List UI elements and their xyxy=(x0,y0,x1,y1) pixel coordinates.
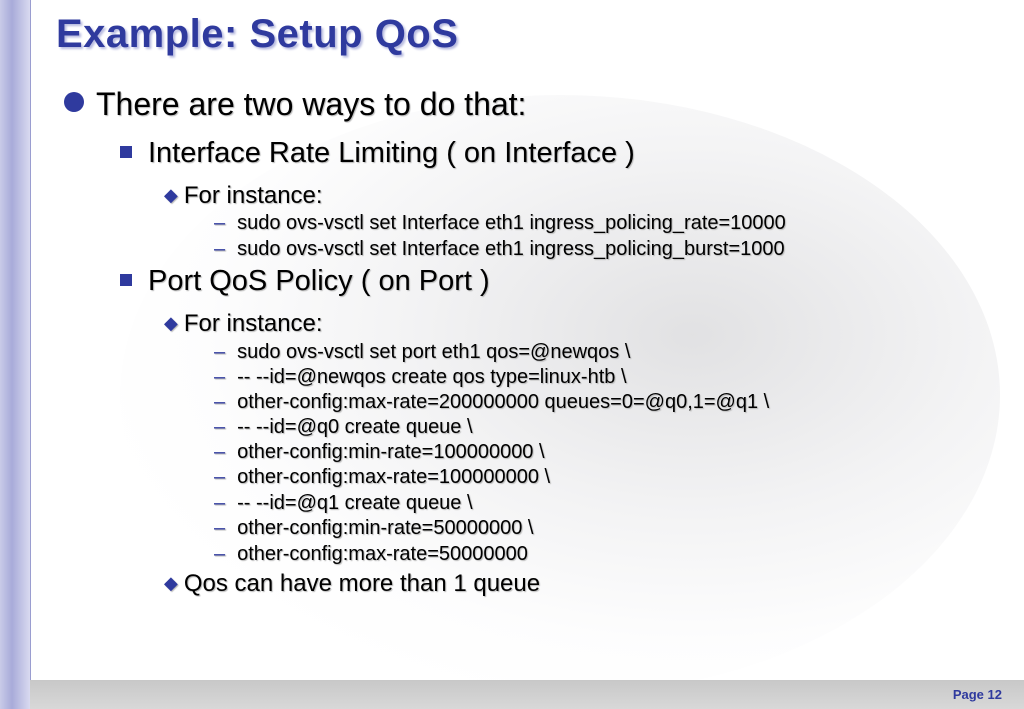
dash-bullet-icon: – xyxy=(214,466,226,488)
dash-bullet-icon: – xyxy=(214,212,226,234)
diamond-bullet-icon: ◆ xyxy=(164,185,178,205)
square-bullet-icon xyxy=(120,274,132,286)
command-text: sudo ovs-vsctl set Interface eth1 ingres… xyxy=(237,212,786,234)
command-line: – other-config:max-rate=50000000 xyxy=(214,543,528,566)
dash-bullet-icon: – xyxy=(214,341,226,363)
bullet-intro: There are two ways to do that: xyxy=(64,86,526,123)
command-line: – other-config:min-rate=50000000 \ xyxy=(214,517,533,540)
command-text: -- --id=@q0 create queue \ xyxy=(237,416,473,438)
bullet-method1-instance: ◆ For instance: xyxy=(164,182,323,210)
command-line: – other-config:min-rate=100000000 \ xyxy=(214,441,545,464)
bullet-method1-instance-text: For instance: xyxy=(183,182,323,209)
command-text: -- --id=@q1 create queue \ xyxy=(237,492,473,514)
command-text: sudo ovs-vsctl set Interface eth1 ingres… xyxy=(237,238,785,260)
dash-bullet-icon: – xyxy=(214,517,226,539)
page-number: Page 12 xyxy=(952,687,1002,702)
dash-bullet-icon: – xyxy=(214,416,226,438)
footer-bar: Page 12 xyxy=(30,680,1024,709)
bullet-method2-text: Port QoS Policy ( on Port ) xyxy=(148,265,490,297)
diamond-bullet-icon: ◆ xyxy=(164,313,178,333)
command-text: other-config:min-rate=100000000 \ xyxy=(237,441,545,463)
command-text: -- --id=@newqos create qos type=linux-ht… xyxy=(237,366,627,388)
bullet-method2-instance-text: For instance: xyxy=(183,310,323,337)
command-line: – sudo ovs-vsctl set port eth1 qos=@newqo… xyxy=(214,341,630,364)
dash-bullet-icon: – xyxy=(214,441,226,463)
command-line: – other-config:max-rate=200000000 queues=… xyxy=(214,391,769,414)
command-text: other-config:min-rate=50000000 \ xyxy=(237,517,534,539)
square-bullet-icon xyxy=(120,146,132,158)
bullet-method1: Interface Rate Limiting ( on Interface ) xyxy=(120,137,635,170)
dash-bullet-icon: – xyxy=(214,543,226,565)
command-line: – sudo ovs-vsctl set Interface eth1 ingre… xyxy=(214,212,786,235)
bullet-method2-instance: ◆ For instance: xyxy=(164,310,323,338)
slide-body: There are two ways to do that: Interface… xyxy=(0,0,1024,680)
command-text: other-config:max-rate=100000000 \ xyxy=(237,466,551,488)
command-text: other-config:max-rate=200000000 queues=0… xyxy=(237,391,770,413)
dash-bullet-icon: – xyxy=(214,238,226,260)
bullet-note-text: Qos can have more than 1 queue xyxy=(183,570,541,597)
bullet-method1-text: Interface Rate Limiting ( on Interface ) xyxy=(148,137,635,169)
bullet-intro-text: There are two ways to do that: xyxy=(96,86,527,122)
command-text: sudo ovs-vsctl set port eth1 qos=@newqos… xyxy=(237,341,631,363)
diamond-bullet-icon: ◆ xyxy=(164,573,178,593)
bullet-note: ◆ Qos can have more than 1 queue xyxy=(164,570,540,598)
dash-bullet-icon: – xyxy=(214,366,226,388)
command-line: – -- --id=@q1 create queue \ xyxy=(214,492,473,515)
command-line: – -- --id=@newqos create qos type=linux-h… xyxy=(214,366,627,389)
circle-bullet-icon xyxy=(64,92,84,112)
dash-bullet-icon: – xyxy=(214,492,226,514)
command-line: – sudo ovs-vsctl set Interface eth1 ingre… xyxy=(214,238,785,261)
command-line: – -- --id=@q0 create queue \ xyxy=(214,416,473,439)
command-text: other-config:max-rate=50000000 xyxy=(237,543,528,565)
dash-bullet-icon: – xyxy=(214,391,226,413)
bullet-method2: Port QoS Policy ( on Port ) xyxy=(120,265,490,298)
command-line: – other-config:max-rate=100000000 \ xyxy=(214,466,550,489)
